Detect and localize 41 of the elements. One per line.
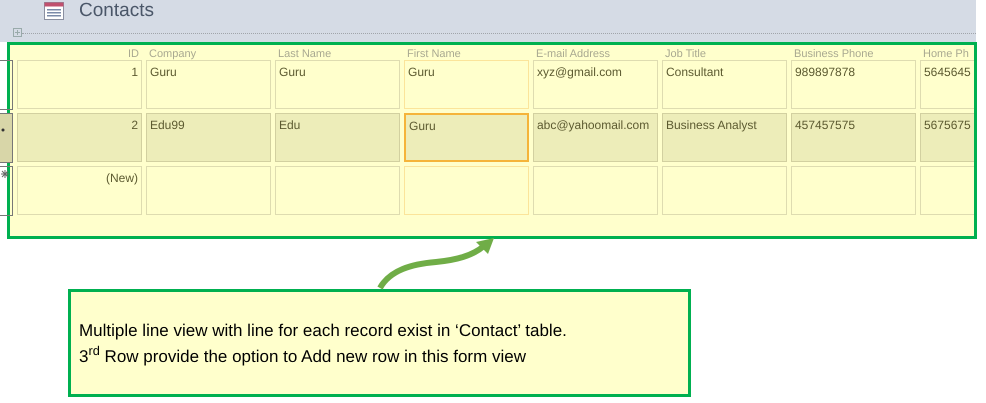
field-box[interactable]: Consultant <box>662 60 787 109</box>
field-box[interactable]: Edu <box>275 113 400 162</box>
new-record-icon <box>1 170 9 178</box>
form-icon <box>44 2 64 20</box>
column-header: ID <box>127 47 140 60</box>
field-box[interactable]: xyz@gmail.com <box>533 60 658 109</box>
field-box[interactable]: (New) <box>17 166 142 215</box>
field-box[interactable]: 989897878 <box>791 60 916 109</box>
field-box[interactable]: Guru <box>404 60 529 109</box>
column-header: E-mail Address <box>535 47 611 60</box>
field-box[interactable] <box>404 166 529 215</box>
field-box[interactable] <box>662 166 787 215</box>
field-box[interactable]: Guru <box>275 60 400 109</box>
record-selector[interactable] <box>0 113 13 163</box>
field-box[interactable]: 457457575 <box>791 113 916 162</box>
field-box[interactable]: 2 <box>17 113 142 162</box>
field-box[interactable] <box>791 166 916 215</box>
field-box[interactable] <box>146 166 271 215</box>
field-box[interactable] <box>533 166 658 215</box>
field-box[interactable]: 5675675 <box>920 113 974 162</box>
field-box[interactable]: 1 <box>17 60 142 109</box>
field-box[interactable] <box>275 166 400 215</box>
record-selector[interactable] <box>0 60 13 110</box>
column-header: Job Title <box>664 47 707 60</box>
current-record-icon <box>1 128 5 132</box>
field-box[interactable]: Guru <box>146 60 271 109</box>
field-box[interactable]: abc@yahoomail.com <box>533 113 658 162</box>
form-selector-icon[interactable] <box>13 28 22 37</box>
form-title: Contacts <box>79 0 154 23</box>
column-header: Business Phone <box>793 47 874 60</box>
column-header: First Name <box>406 47 462 60</box>
field-box[interactable]: Business Analyst <box>662 113 787 162</box>
field-box[interactable]: Edu99 <box>146 113 271 162</box>
record-selector[interactable] <box>0 166 13 216</box>
callout-text: Multiple line view with line for each record exist in ‘Contact’ table. <box>79 320 568 342</box>
callout-text: 3$^{rd}$ Row provide the option to Add new row in this form view <box>79 344 527 368</box>
column-header: Company <box>148 47 198 60</box>
field-box[interactable]: 5645645 <box>920 60 974 109</box>
field-box[interactable]: Guru <box>404 113 529 162</box>
column-header: Home Ph <box>922 47 970 60</box>
column-header: Last Name <box>277 47 332 60</box>
